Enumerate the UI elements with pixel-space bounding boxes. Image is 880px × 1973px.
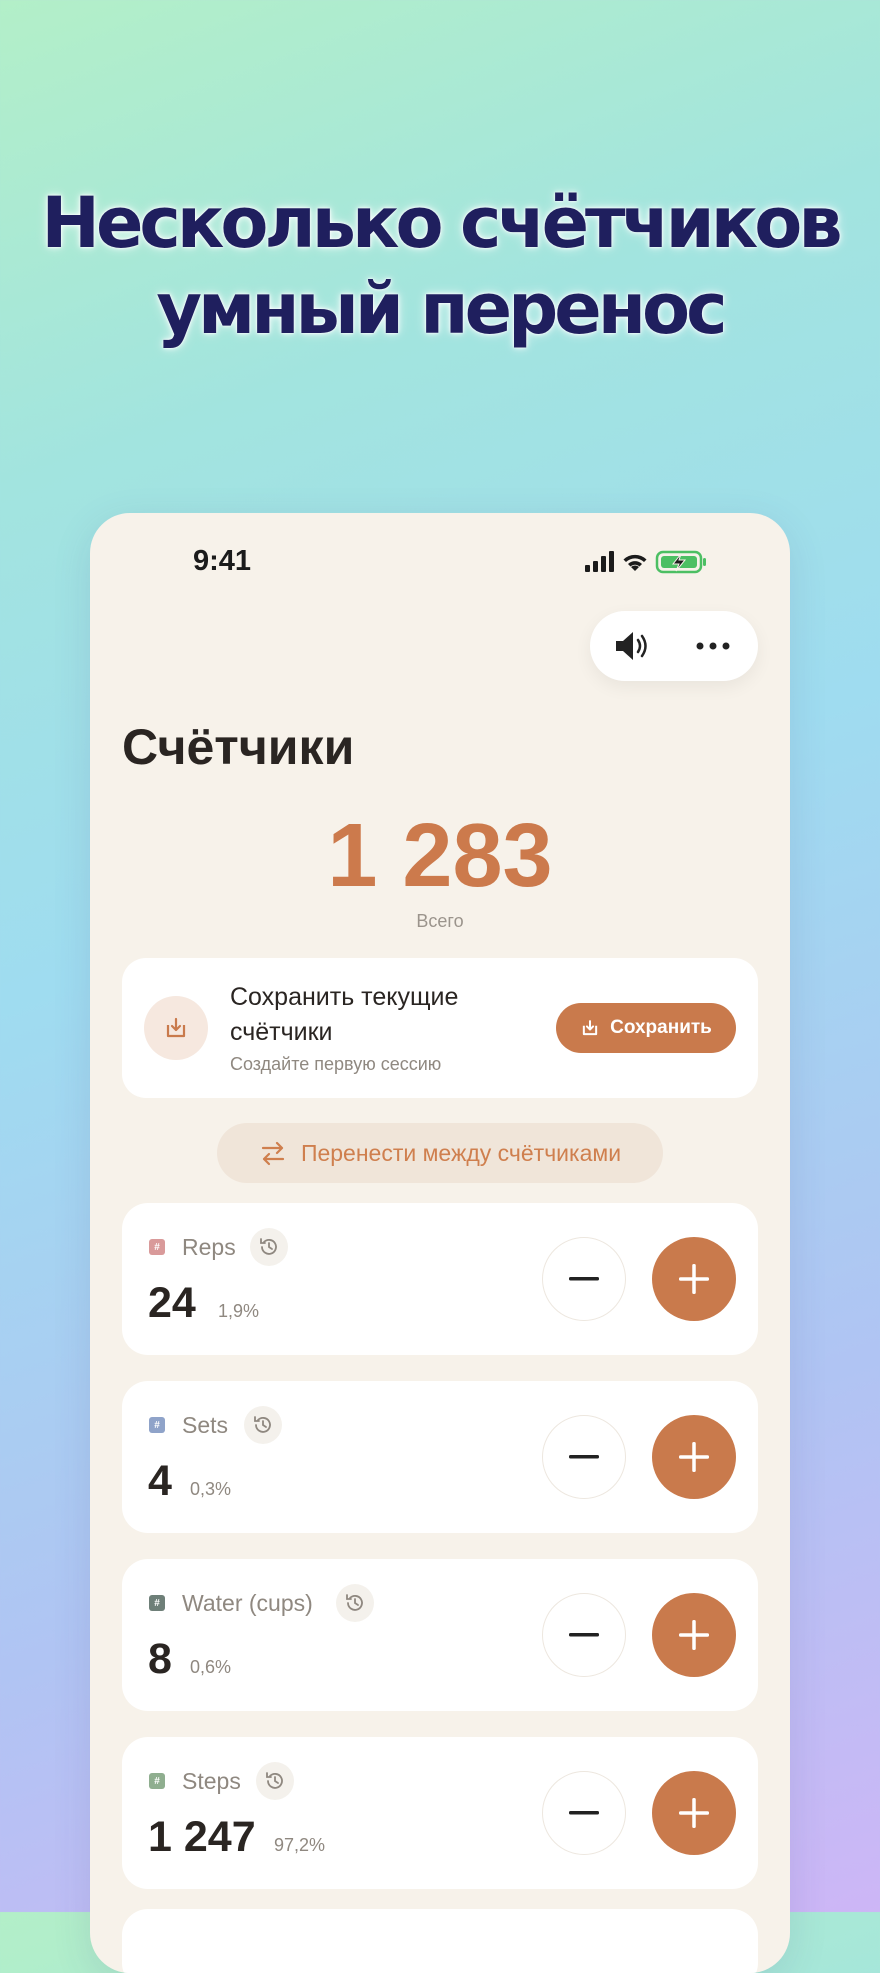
plus-icon xyxy=(679,1620,709,1650)
counter-tag-icon: # xyxy=(149,1239,165,1255)
counter-percent: 0,3% xyxy=(190,1479,232,1499)
counter-name: Sets xyxy=(182,1412,229,1438)
speaker-icon xyxy=(616,632,647,660)
sound-button[interactable] xyxy=(598,611,668,681)
more-dots-icon xyxy=(696,642,730,650)
decrement-button[interactable] xyxy=(542,1415,626,1499)
increment-button[interactable] xyxy=(652,1771,736,1855)
history-button[interactable] xyxy=(244,1406,282,1444)
counter-value: 24 xyxy=(148,1279,196,1327)
headline-line-1: Несколько счётчиков xyxy=(41,182,842,264)
history-icon xyxy=(254,1416,271,1433)
counter-value: 1 247 xyxy=(148,1813,256,1861)
increment-button[interactable] xyxy=(652,1593,736,1677)
phone-screen: 9:41 Счётчики 1 283 Всего Сохранить теку… xyxy=(90,513,790,1973)
counter-card-water: # Water (cups) 8 0,6% xyxy=(122,1559,758,1711)
history-icon xyxy=(346,1594,363,1611)
history-button[interactable] xyxy=(250,1228,288,1266)
more-button[interactable] xyxy=(678,611,748,681)
save-button[interactable]: Сохранить xyxy=(556,1003,736,1053)
counter-percent: 1,9% xyxy=(218,1301,260,1321)
counter-percent: 0,6% xyxy=(190,1657,232,1677)
counter-name: Water (cups) xyxy=(182,1590,313,1616)
decrement-button[interactable] xyxy=(542,1237,626,1321)
save-card-title: Сохранить текущие счётчики xyxy=(230,983,459,1046)
counter-card-steps: # Steps 1 247 97,2% xyxy=(122,1737,758,1889)
decrement-button[interactable] xyxy=(542,1771,626,1855)
status-time: 9:41 xyxy=(193,545,252,577)
increment-button[interactable] xyxy=(652,1237,736,1321)
counter-value: 4 xyxy=(148,1457,172,1505)
decrement-button[interactable] xyxy=(542,1593,626,1677)
counter-tag-icon: # xyxy=(149,1773,165,1789)
cellular-signal-icon xyxy=(585,551,614,572)
plus-icon xyxy=(679,1264,709,1294)
counter-card-sets: # Sets 4 0,3% xyxy=(122,1381,758,1533)
plus-icon xyxy=(679,1442,709,1472)
save-tray-icon xyxy=(144,996,208,1060)
minus-icon xyxy=(569,1455,599,1459)
total-label: Всего xyxy=(416,911,464,931)
transfer-button-label: Перенести между счётчиками xyxy=(300,1139,622,1166)
counter-value: 8 xyxy=(148,1635,172,1683)
counter-name: Reps xyxy=(182,1234,236,1260)
counter-name: Steps xyxy=(182,1768,241,1794)
history-button[interactable] xyxy=(256,1762,294,1800)
history-button[interactable] xyxy=(336,1584,374,1622)
minus-icon xyxy=(569,1811,599,1815)
status-icons xyxy=(585,550,725,574)
counter-card-reps: # Reps 24 1,9% xyxy=(122,1203,758,1355)
wifi-icon xyxy=(623,554,647,571)
plus-icon xyxy=(679,1798,709,1828)
transfer-button[interactable]: Перенести между счётчиками xyxy=(217,1123,663,1183)
increment-button[interactable] xyxy=(652,1415,736,1499)
save-card-subtitle: Создайте первую сессию xyxy=(230,1054,442,1074)
top-actions-pill xyxy=(590,611,758,681)
save-button-label: Сохранить xyxy=(610,1017,712,1038)
swap-arrows-icon xyxy=(261,1141,285,1166)
save-icon xyxy=(582,1020,598,1036)
counter-card-partial xyxy=(122,1909,758,1973)
counter-percent: 97,2% xyxy=(274,1835,326,1855)
minus-icon xyxy=(569,1633,599,1637)
total-count: 1 283 xyxy=(327,806,553,906)
history-icon xyxy=(266,1772,283,1789)
counter-tag-icon: # xyxy=(149,1417,165,1433)
battery-charging-icon xyxy=(655,550,706,574)
counter-tag-icon: # xyxy=(149,1595,165,1611)
minus-icon xyxy=(569,1277,599,1281)
history-icon xyxy=(260,1238,277,1255)
save-session-card: Сохранить текущие счётчики Создайте перв… xyxy=(122,958,758,1098)
headline: Несколько счётчиков умный перенос xyxy=(0,180,880,352)
headline-line-2: умный перенос xyxy=(156,268,727,350)
page-title: Счётчики xyxy=(122,719,355,775)
